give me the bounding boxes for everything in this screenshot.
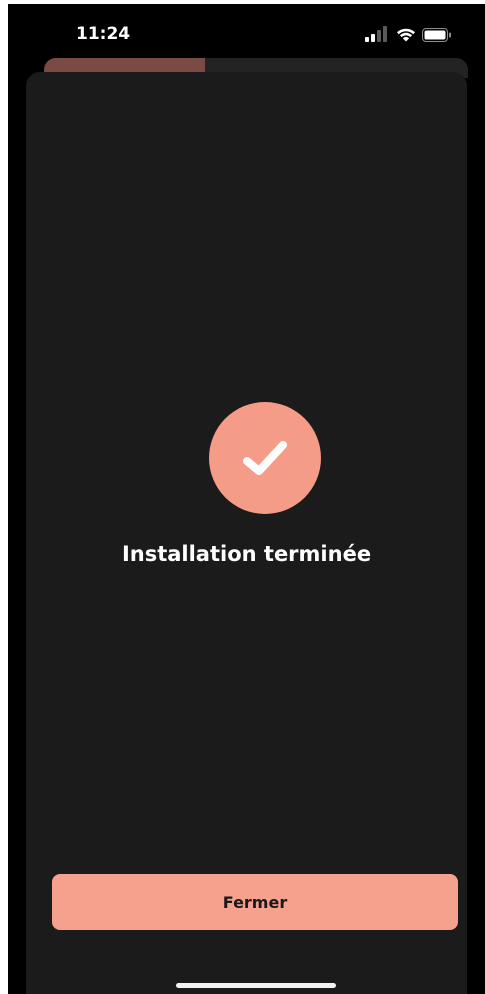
- success-badge: [209, 402, 321, 514]
- close-button[interactable]: Fermer: [52, 874, 458, 930]
- modal-sheet: Installation terminée Fermer: [26, 72, 467, 994]
- check-icon: [243, 441, 287, 475]
- wifi-icon: [397, 28, 415, 42]
- status-time: 11:24: [76, 24, 131, 44]
- status-icons: [365, 26, 455, 44]
- page-title: Installation terminée: [121, 542, 372, 566]
- signal-icon: [365, 26, 387, 42]
- home-indicator[interactable]: [176, 983, 336, 988]
- battery-icon: [422, 28, 451, 42]
- phone-screen: 11:24 Installation terminée Fermer: [8, 4, 485, 994]
